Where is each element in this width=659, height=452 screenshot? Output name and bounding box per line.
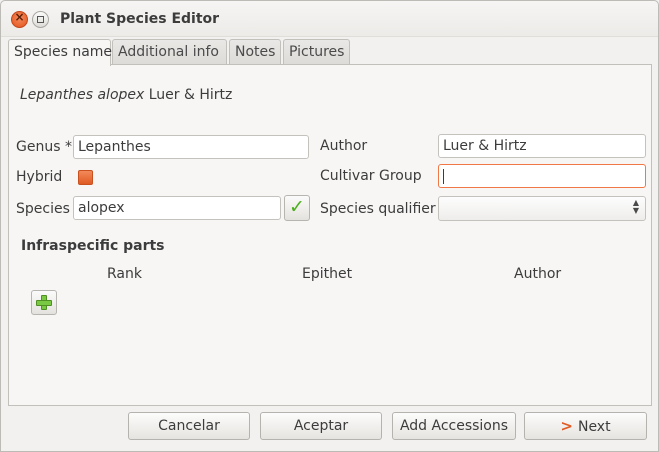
- add-infraspecific-button[interactable]: [31, 290, 57, 315]
- titlebar: × Plant Species Editor: [1, 1, 658, 37]
- cultivar-group-field[interactable]: [438, 164, 646, 188]
- plant-species-editor-window: × Plant Species Editor Species name Addi…: [0, 0, 659, 452]
- tab-notes[interactable]: Notes: [229, 39, 281, 65]
- hybrid-label: Hybrid: [16, 169, 63, 185]
- maximize-window-button[interactable]: [32, 11, 49, 28]
- species-label: Species: [16, 201, 70, 217]
- next-arrow-icon: >: [560, 417, 573, 435]
- summary-binomial: Lepanthes alopex: [20, 87, 145, 103]
- close-icon: ×: [14, 10, 25, 24]
- species-qualifier-combo[interactable]: ▲ ▼: [438, 196, 646, 221]
- add-accessions-button[interactable]: Add Accessions: [392, 412, 516, 440]
- author-label: Author: [320, 138, 368, 154]
- species-field[interactable]: alopex: [73, 196, 281, 220]
- summary-author: Luer & Hirtz: [148, 87, 233, 103]
- window-title: Plant Species Editor: [60, 11, 220, 27]
- tab-species-name[interactable]: Species name: [8, 39, 112, 66]
- cultivar-group-label: Cultivar Group: [320, 168, 422, 184]
- species-check-button[interactable]: ✓: [284, 195, 310, 221]
- species-summary: Lepanthes alopex Luer & Hirtz: [20, 87, 232, 103]
- genus-label: Genus *: [16, 139, 72, 155]
- author-field[interactable]: Luer & Hirtz: [438, 134, 646, 158]
- accept-button[interactable]: Aceptar: [260, 412, 382, 440]
- maximize-icon: [37, 16, 44, 23]
- species-name-panel: Lepanthes alopex Luer & Hirtz Genus * Le…: [8, 64, 652, 406]
- column-header-author: Author: [514, 266, 562, 282]
- close-window-button[interactable]: ×: [11, 10, 28, 28]
- infraspecific-parts-heading: Infraspecific parts: [21, 238, 165, 254]
- next-button[interactable]: > Next: [524, 412, 647, 440]
- column-header-rank: Rank: [107, 266, 142, 282]
- text-caret: [443, 168, 444, 184]
- cancel-button[interactable]: Cancelar: [128, 412, 250, 440]
- checkmark-icon: ✓: [289, 196, 305, 218]
- tab-pictures[interactable]: Pictures: [283, 39, 350, 65]
- next-button-label: Next: [577, 419, 611, 435]
- updown-arrows-icon: ▲ ▼: [632, 198, 639, 215]
- genus-field[interactable]: Lepanthes: [73, 135, 309, 159]
- hybrid-checkbox[interactable]: [78, 170, 93, 185]
- species-qualifier-label: Species qualifier: [320, 201, 436, 217]
- tab-additional-info[interactable]: Additional info: [112, 39, 227, 65]
- column-header-epithet: Epithet: [302, 266, 353, 282]
